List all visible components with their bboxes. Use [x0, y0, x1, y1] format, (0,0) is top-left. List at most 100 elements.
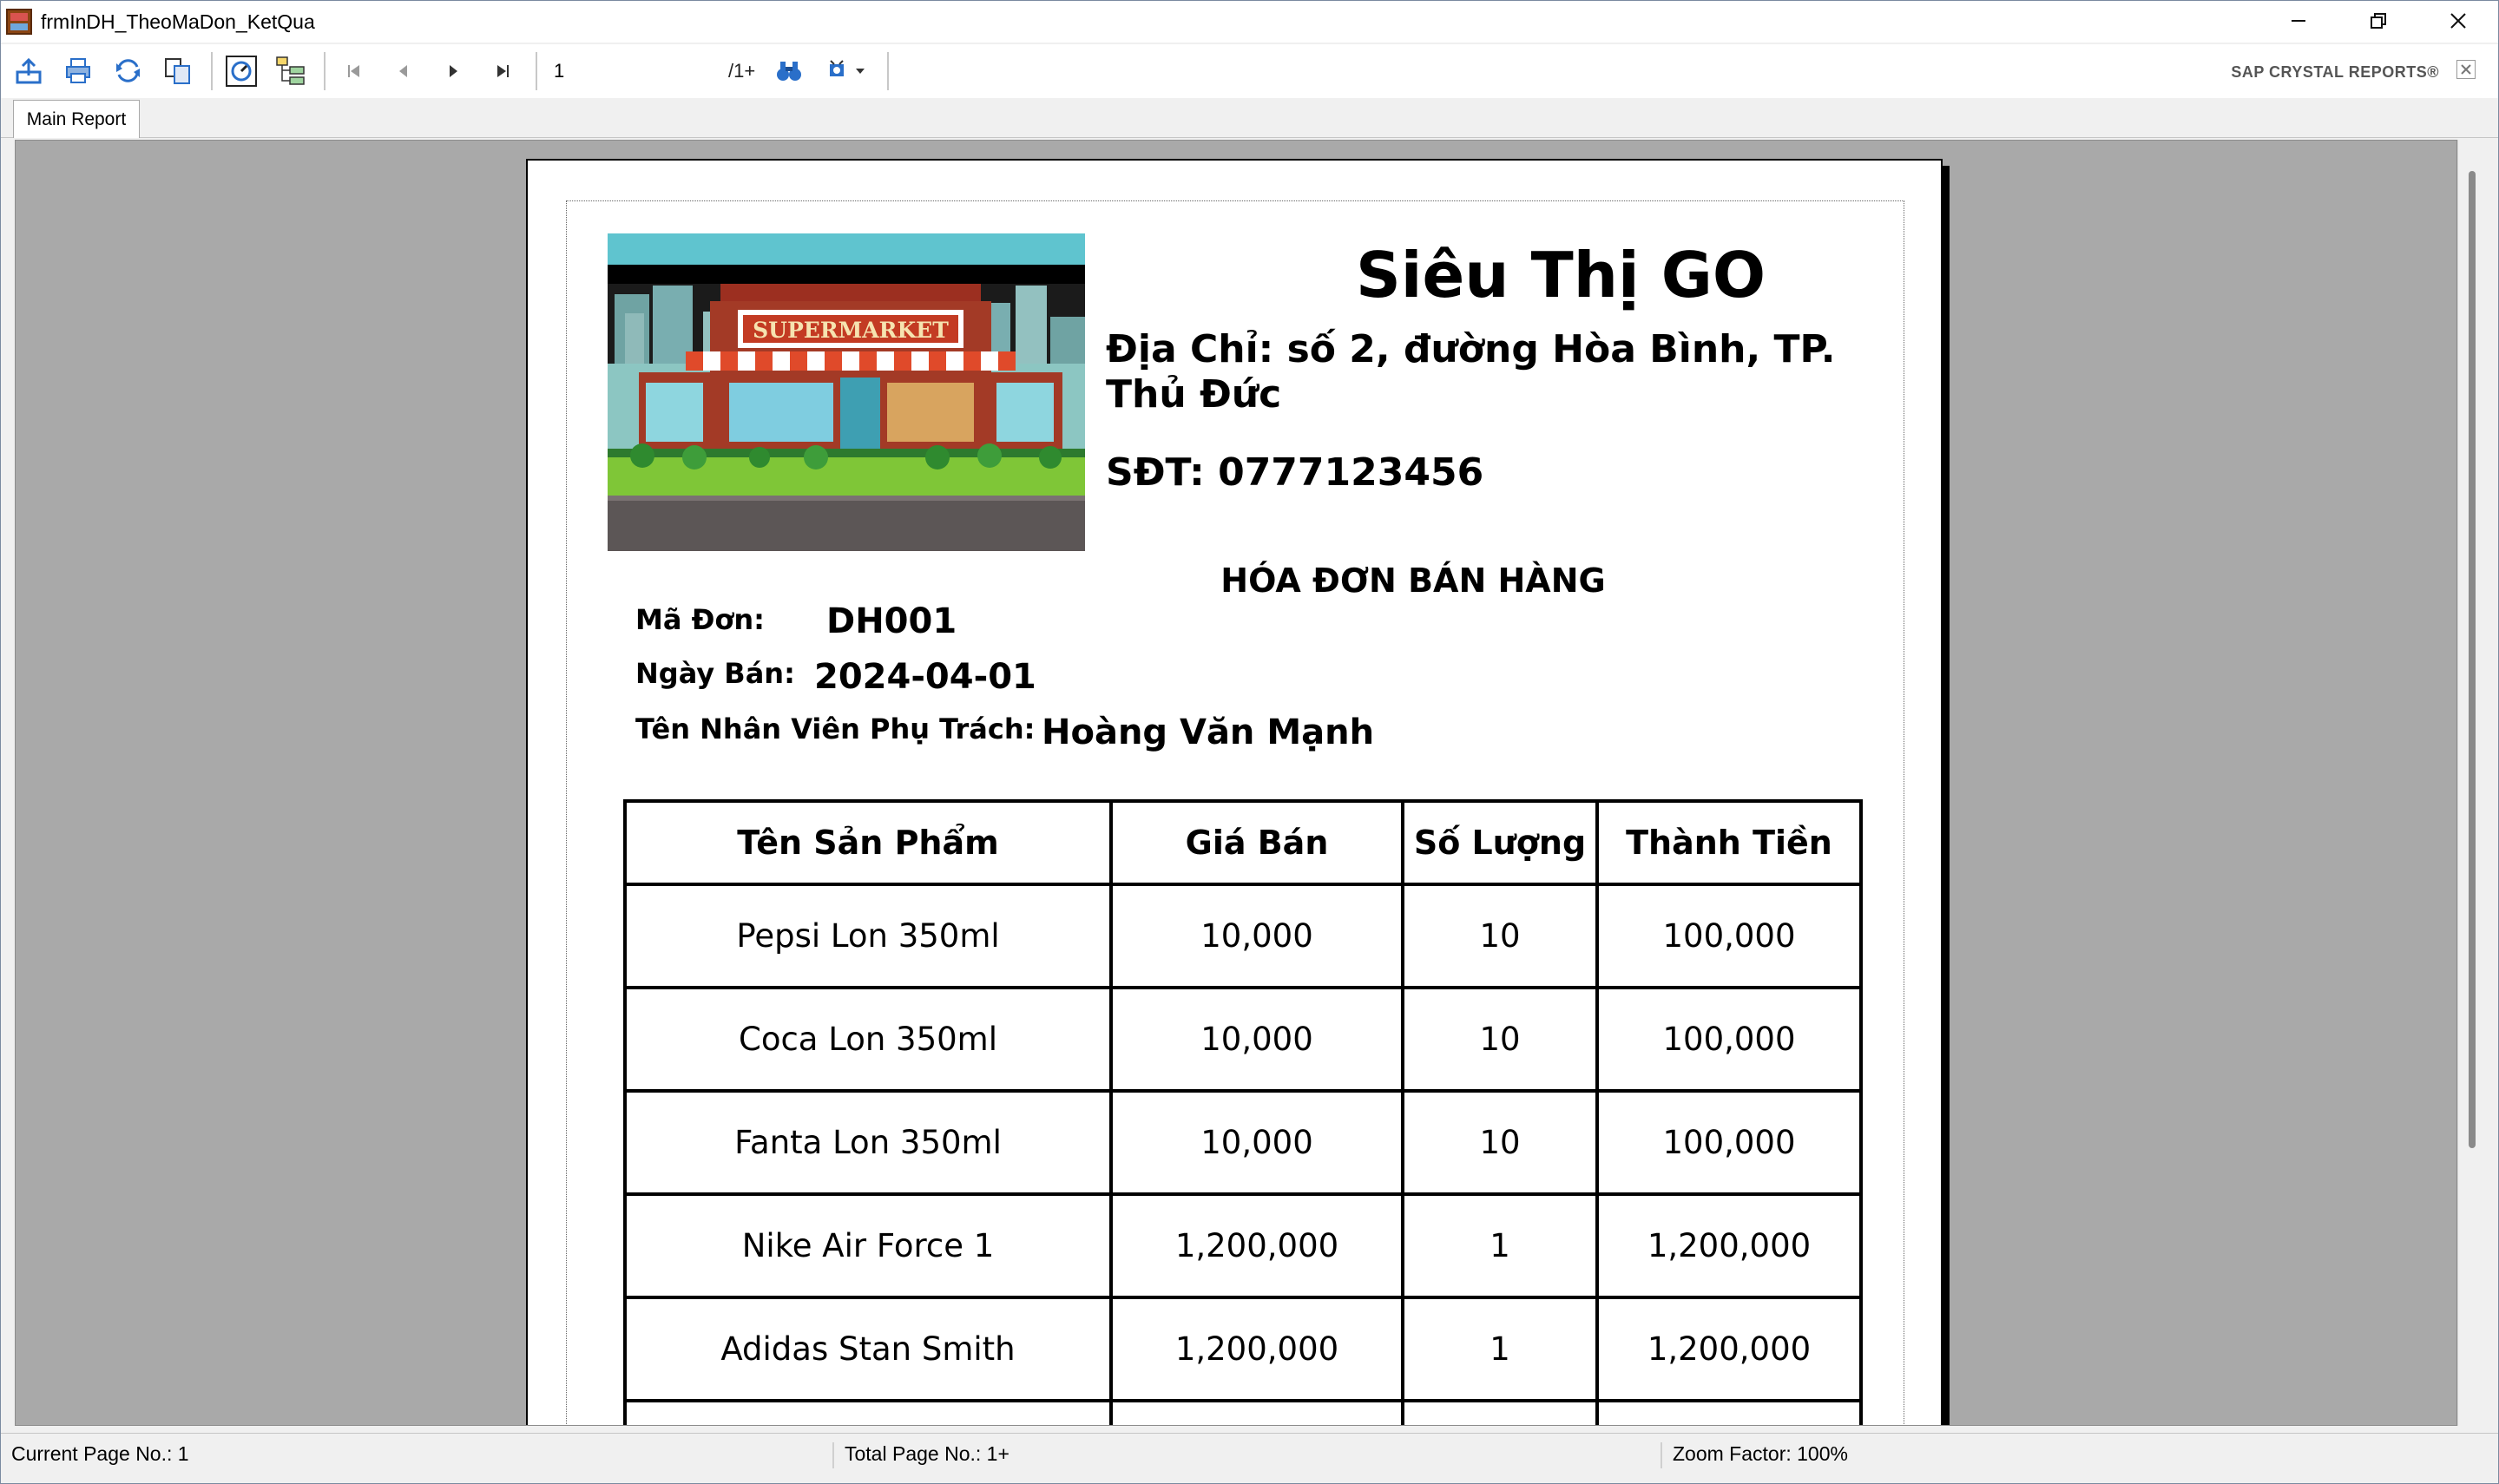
crystal-reports-brand: SAP CRYSTAL REPORTS® [2231, 63, 2439, 81]
total-cell: 100,000 [1595, 883, 1863, 989]
export-icon [16, 57, 42, 84]
find-button[interactable] [771, 53, 807, 89]
previous-page-button[interactable] [385, 53, 422, 89]
scrollbar-thumb[interactable] [2469, 171, 2476, 1148]
window-title: frmInDH_TheoMaDon_KetQua [41, 10, 315, 33]
invoice-title: HÓA ĐƠN BÁN HÀNG [1220, 561, 1606, 600]
vertical-scrollbar[interactable] [2457, 140, 2489, 1426]
shop-address: Địa Chỉ: số 2, đường Hòa Bình, TP. Thủ Đ… [1106, 327, 1836, 417]
toggle-parameter-panel-button[interactable] [223, 53, 260, 89]
price-cell: 1,200,000 [1109, 1192, 1404, 1299]
price-cell [1109, 1399, 1404, 1425]
quantity-cell: 10 [1401, 1089, 1599, 1196]
column-header: Thành Tiền [1595, 799, 1863, 886]
product-name-cell [623, 1399, 1113, 1425]
product-name-cell: Pepsi Lon 350ml [623, 883, 1113, 989]
zoom-factor-status: Zoom Factor: 100% [1661, 1442, 1848, 1468]
minimize-button[interactable] [2259, 1, 2338, 41]
toggle-group-tree-button[interactable] [273, 53, 309, 89]
close-button[interactable] [2418, 1, 2498, 41]
first-page-icon [348, 65, 359, 77]
page-total-label: /1+ [728, 60, 756, 82]
total-cell: 100,000 [1595, 986, 1863, 1093]
refresh-icon [116, 59, 140, 82]
copy-icon [165, 58, 190, 84]
quantity-cell: 10 [1401, 986, 1599, 1093]
report-viewer-area: SUPERMARKET Siêu Thị GO Địa Chỉ: số 2, đ… [15, 140, 2457, 1426]
table-row: Pepsi Lon 350ml 10,000 10 100,000 [623, 883, 1863, 989]
total-cell: 1,200,000 [1595, 1296, 1863, 1402]
price-cell: 1,200,000 [1109, 1296, 1404, 1402]
close-icon [2461, 64, 2471, 75]
next-page-icon [450, 65, 457, 77]
last-page-icon [497, 65, 509, 77]
print-button[interactable] [61, 53, 97, 89]
previous-page-icon [399, 65, 407, 77]
title-bar: frmInDH_TheoMaDon_KetQua [1, 1, 2498, 43]
logo-sign-text: SUPERMARKET [753, 318, 949, 343]
total-cell: 100,000 [1595, 1089, 1863, 1196]
zoom-dropdown-button[interactable] [820, 53, 872, 89]
export-button[interactable] [11, 53, 48, 89]
product-name-cell: Coca Lon 350ml [623, 986, 1113, 1093]
toolbar-separator [536, 52, 537, 90]
product-name-cell: Fanta Lon 350ml [623, 1089, 1113, 1196]
toolbar: 1 /1+ SAP CRYSTAL REPORTS® [1, 44, 2498, 98]
report-window: frmInDH_TheoMaDon_KetQua 1 /1+ SAP CRYST… [0, 0, 2499, 1484]
close-viewer-button[interactable] [2456, 60, 2476, 79]
table-row: Adidas Stan Smith 1,200,000 1 1,200,000 [623, 1296, 1863, 1402]
toolbar-separator [887, 52, 890, 90]
copy-button[interactable] [160, 53, 196, 89]
restore-icon [2371, 13, 2386, 29]
table-row: Coca Lon 350ml 10,000 10 100,000 [623, 986, 1863, 1093]
status-bar: Current Page No.: 1 Total Page No.: 1+ Z… [1, 1433, 2498, 1471]
staff-label: Tên Nhân Viên Phụ Trách: [635, 712, 1036, 745]
page-number-input[interactable]: 1 [548, 56, 721, 87]
quantity-cell [1401, 1399, 1599, 1425]
table-row [623, 1399, 1863, 1425]
toolbar-separator [324, 52, 326, 90]
price-cell: 10,000 [1109, 986, 1404, 1093]
items-table: Tên Sản Phẩm Giá Bán Số Lượng Thành Tiền… [623, 799, 1863, 1425]
column-header: Tên Sản Phẩm [623, 799, 1113, 886]
window-controls [2259, 1, 2498, 43]
supermarket-logo-image: SUPERMARKET [608, 233, 1085, 551]
total-cell: 1,200,000 [1595, 1192, 1863, 1299]
shop-name: Siêu Thị GO [1355, 239, 1766, 312]
refresh-button[interactable] [110, 53, 147, 89]
group-tree-icon [276, 56, 305, 85]
printer-icon [66, 58, 90, 83]
price-cell: 10,000 [1109, 883, 1404, 989]
parameter-panel-icon [226, 56, 257, 87]
binoculars-icon [777, 62, 802, 81]
order-id-label: Mã Đơn: [635, 603, 765, 636]
close-icon [2450, 13, 2466, 29]
shop-phone: SĐT: 0777123456 [1106, 450, 1484, 495]
supermarket-illustration: SUPERMARKET [608, 233, 1085, 551]
total-page-status: Total Page No.: 1+ [832, 1442, 1009, 1468]
current-page-status: Current Page No.: 1 [11, 1442, 189, 1465]
report-page: SUPERMARKET Siêu Thị GO Địa Chỉ: số 2, đ… [526, 159, 1943, 1425]
last-page-button[interactable] [484, 53, 521, 89]
chevron-down-icon [856, 69, 865, 74]
column-header: Giá Bán [1109, 799, 1404, 886]
sale-date-value: 2024-04-01 [814, 657, 1036, 697]
quantity-cell: 1 [1401, 1296, 1599, 1402]
total-cell [1595, 1399, 1863, 1425]
sale-date-label: Ngày Bán: [635, 657, 795, 690]
quantity-cell: 1 [1401, 1192, 1599, 1299]
table-row: Fanta Lon 350ml 10,000 10 100,000 [623, 1089, 1863, 1196]
product-name-cell: Nike Air Force 1 [623, 1192, 1113, 1299]
report-tab-strip: Main Report [1, 98, 2498, 138]
table-row: Nike Air Force 1 1,200,000 1 1,200,000 [623, 1192, 1863, 1299]
restore-button[interactable] [2338, 1, 2418, 41]
zoom-icon [830, 60, 845, 76]
table-header-row: Tên Sản Phẩm Giá Bán Số Lượng Thành Tiền [623, 799, 1863, 886]
tab-main-report[interactable]: Main Report [13, 100, 140, 138]
minimize-icon [2292, 20, 2305, 22]
product-name-cell: Adidas Stan Smith [623, 1296, 1113, 1402]
price-cell: 10,000 [1109, 1089, 1404, 1196]
staff-name-value: Hoàng Văn Mạnh [1042, 712, 1375, 752]
first-page-button[interactable] [336, 53, 372, 89]
next-page-button[interactable] [435, 53, 471, 89]
